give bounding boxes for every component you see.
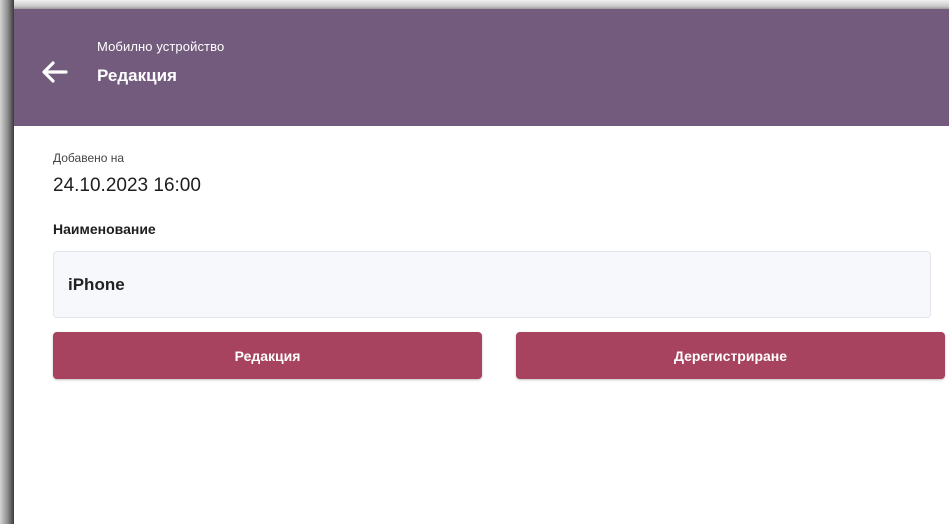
app-screen: Мобилно устройство Редакция Добавено на … <box>14 9 949 524</box>
arrow-left-icon <box>42 61 68 83</box>
window-shadow-left <box>0 0 14 524</box>
added-on-value: 24.10.2023 16:00 <box>53 175 201 196</box>
device-name-input[interactable] <box>53 251 931 318</box>
added-on-label: Добавено на <box>53 151 125 165</box>
header-subtitle: Мобилно устройство <box>97 39 225 54</box>
window-frame: Мобилно устройство Редакция Добавено на … <box>0 0 949 524</box>
back-button[interactable] <box>36 53 74 91</box>
page-title: Редакция <box>97 66 177 85</box>
name-label: Наименование <box>53 221 156 237</box>
window-shadow-top <box>0 0 949 9</box>
deregister-button[interactable]: Дерегистриране <box>516 332 945 379</box>
app-header: Мобилно устройство Редакция <box>14 9 949 126</box>
edit-button[interactable]: Редакция <box>53 332 482 379</box>
